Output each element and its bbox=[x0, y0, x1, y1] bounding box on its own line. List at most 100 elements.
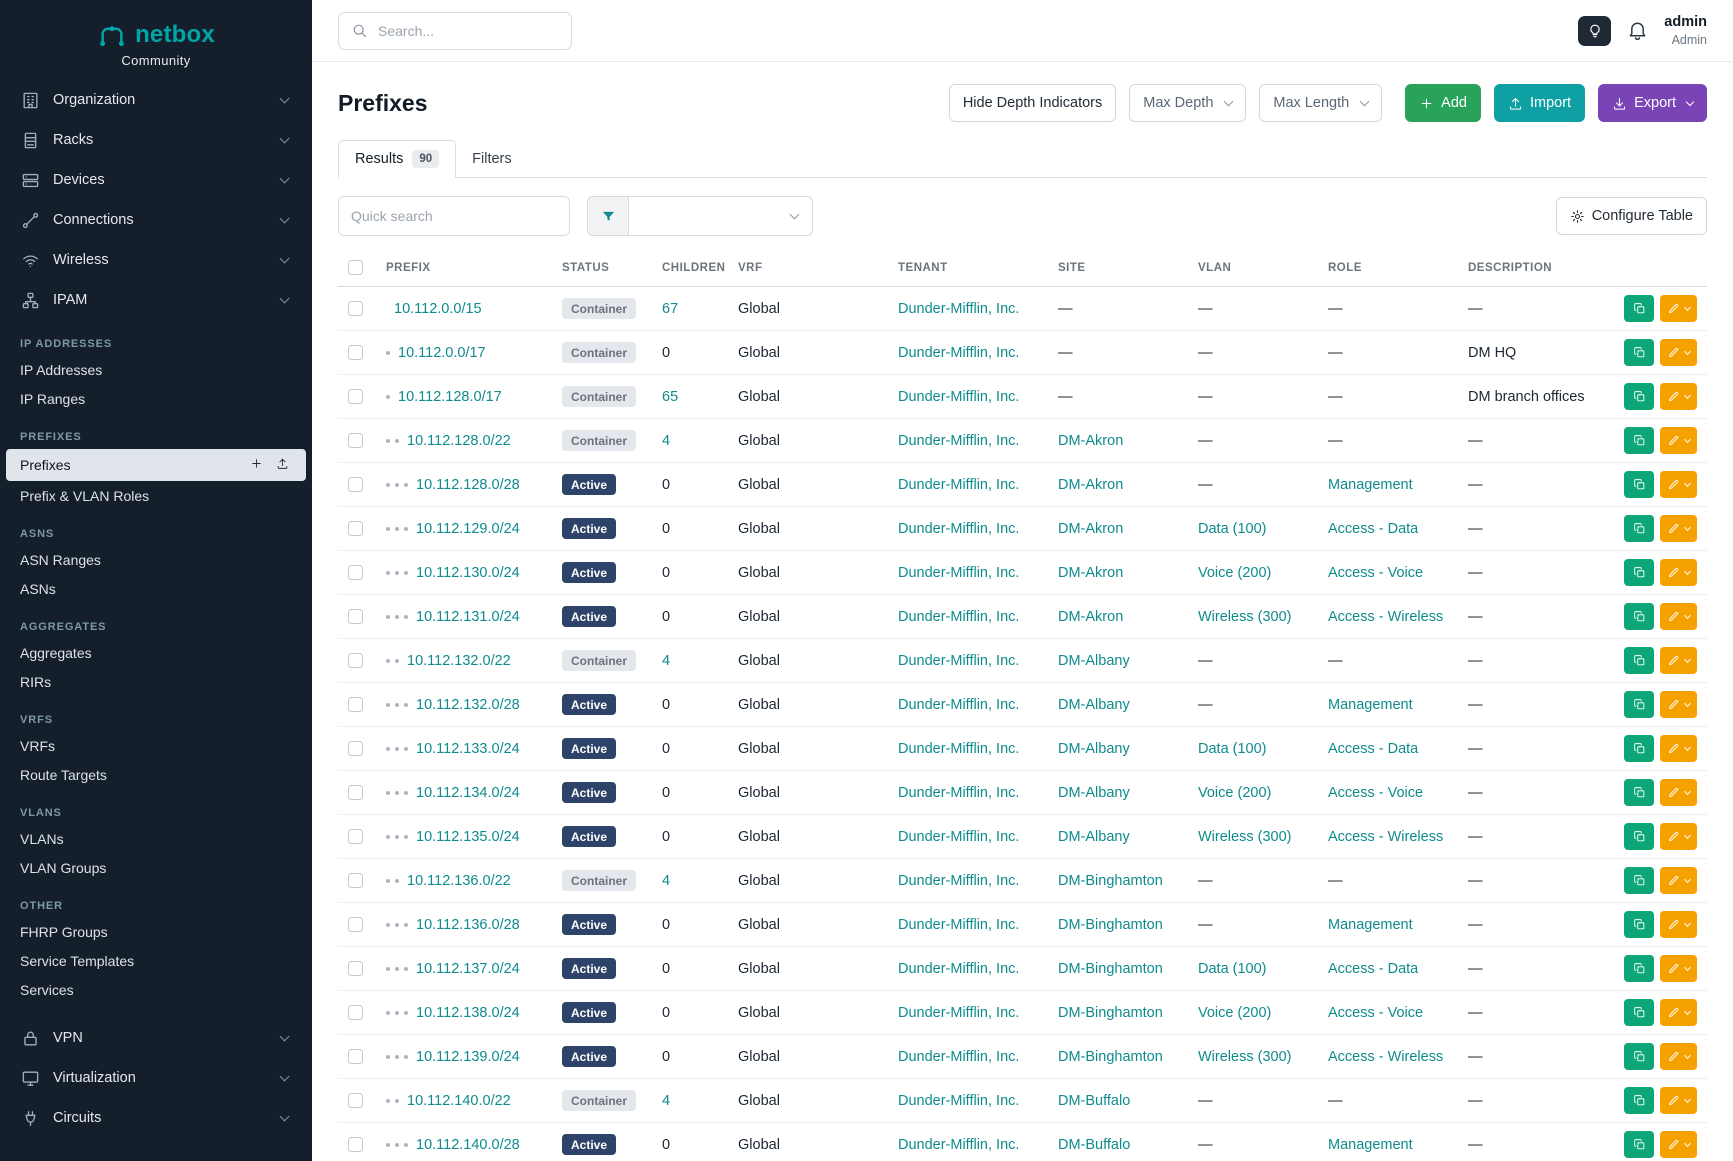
site-link[interactable]: DM-Buffalo bbox=[1048, 1079, 1188, 1123]
vlan-link[interactable]: — bbox=[1188, 287, 1318, 331]
tenant-link[interactable]: Dunder-Mifflin, Inc. bbox=[888, 507, 1048, 551]
sidebar-item-rirs[interactable]: RIRs bbox=[6, 668, 306, 696]
site-link[interactable]: DM-Akron bbox=[1048, 463, 1188, 507]
prefix-link[interactable]: 10.112.133.0/24 bbox=[416, 741, 520, 757]
row-checkbox[interactable] bbox=[348, 345, 363, 360]
sidebar-item-ip-addresses[interactable]: IP Addresses bbox=[6, 356, 306, 384]
role-link[interactable]: Management bbox=[1318, 463, 1458, 507]
clone-button[interactable] bbox=[1624, 911, 1654, 938]
children-count[interactable]: 4 bbox=[652, 1079, 728, 1123]
site-link[interactable]: DM-Akron bbox=[1048, 595, 1188, 639]
prefix-link[interactable]: 10.112.0.0/17 bbox=[398, 345, 486, 361]
sidebar-item-racks[interactable]: Racks bbox=[0, 120, 312, 160]
role-link[interactable]: Access - Voice bbox=[1318, 991, 1458, 1035]
children-count[interactable]: 0 bbox=[652, 551, 728, 595]
children-count[interactable]: 67 bbox=[652, 287, 728, 331]
edit-button[interactable] bbox=[1660, 295, 1697, 322]
prefix-link[interactable]: 10.112.130.0/24 bbox=[416, 565, 520, 581]
prefix-link[interactable]: 10.112.139.0/24 bbox=[416, 1049, 520, 1065]
column-header-status[interactable]: STATUS bbox=[552, 252, 652, 287]
prefix-link[interactable]: 10.112.136.0/28 bbox=[416, 917, 520, 933]
tenant-link[interactable]: Dunder-Mifflin, Inc. bbox=[888, 683, 1048, 727]
tenant-link[interactable]: Dunder-Mifflin, Inc. bbox=[888, 727, 1048, 771]
global-search[interactable] bbox=[338, 12, 572, 50]
notifications-button[interactable] bbox=[1627, 20, 1648, 41]
clone-button[interactable] bbox=[1624, 295, 1654, 322]
role-link[interactable]: Access - Data bbox=[1318, 727, 1458, 771]
clone-button[interactable] bbox=[1624, 823, 1654, 850]
children-count[interactable]: 0 bbox=[652, 331, 728, 375]
children-count[interactable]: 0 bbox=[652, 815, 728, 859]
children-count[interactable]: 0 bbox=[652, 727, 728, 771]
tenant-link[interactable]: Dunder-Mifflin, Inc. bbox=[888, 419, 1048, 463]
clone-button[interactable] bbox=[1624, 691, 1654, 718]
sidebar-item-prefixes[interactable]: Prefixes bbox=[6, 449, 306, 481]
site-link[interactable]: DM-Binghamton bbox=[1048, 991, 1188, 1035]
edit-button[interactable] bbox=[1660, 1043, 1697, 1070]
prefix-link[interactable]: 10.112.140.0/22 bbox=[407, 1093, 511, 1109]
tenant-link[interactable]: Dunder-Mifflin, Inc. bbox=[888, 903, 1048, 947]
sidebar-item-vrfs[interactable]: VRFs bbox=[6, 732, 306, 760]
search-input[interactable] bbox=[378, 23, 559, 39]
prefix-link[interactable]: 10.112.136.0/22 bbox=[407, 873, 511, 889]
tenant-link[interactable]: Dunder-Mifflin, Inc. bbox=[888, 859, 1048, 903]
sidebar-item-fhrp-groups[interactable]: FHRP Groups bbox=[6, 918, 306, 946]
tenant-link[interactable]: Dunder-Mifflin, Inc. bbox=[888, 463, 1048, 507]
row-checkbox[interactable] bbox=[348, 829, 363, 844]
site-link[interactable]: DM-Albany bbox=[1048, 727, 1188, 771]
sidebar-item-vpn[interactable]: VPN bbox=[0, 1018, 312, 1058]
clone-button[interactable] bbox=[1624, 603, 1654, 630]
vlan-link[interactable]: Data (100) bbox=[1188, 947, 1318, 991]
vlan-link[interactable]: Wireless (300) bbox=[1188, 1035, 1318, 1079]
clone-button[interactable] bbox=[1624, 867, 1654, 894]
edit-button[interactable] bbox=[1660, 999, 1697, 1026]
row-checkbox[interactable] bbox=[348, 873, 363, 888]
edit-button[interactable] bbox=[1660, 911, 1697, 938]
row-checkbox[interactable] bbox=[348, 785, 363, 800]
children-count[interactable]: 0 bbox=[652, 991, 728, 1035]
clone-button[interactable] bbox=[1624, 559, 1654, 586]
children-count[interactable]: 0 bbox=[652, 463, 728, 507]
clone-button[interactable] bbox=[1624, 1043, 1654, 1070]
column-header-vlan[interactable]: VLAN bbox=[1188, 252, 1318, 287]
prefix-link[interactable]: 10.112.135.0/24 bbox=[416, 829, 520, 845]
prefix-link[interactable]: 10.112.0.0/15 bbox=[394, 301, 482, 317]
column-header-vrf[interactable]: VRF bbox=[728, 252, 888, 287]
column-header-tenant[interactable]: TENANT bbox=[888, 252, 1048, 287]
row-checkbox[interactable] bbox=[348, 1093, 363, 1108]
tenant-link[interactable]: Dunder-Mifflin, Inc. bbox=[888, 331, 1048, 375]
export-button[interactable]: Export bbox=[1598, 84, 1707, 122]
clone-button[interactable] bbox=[1624, 515, 1654, 542]
vlan-link[interactable]: Data (100) bbox=[1188, 727, 1318, 771]
column-header-site[interactable]: SITE bbox=[1048, 252, 1188, 287]
row-checkbox[interactable] bbox=[348, 741, 363, 756]
tenant-link[interactable]: Dunder-Mifflin, Inc. bbox=[888, 1035, 1048, 1079]
clone-button[interactable] bbox=[1624, 383, 1654, 410]
sidebar-item-asn-ranges[interactable]: ASN Ranges bbox=[6, 546, 306, 574]
clone-button[interactable] bbox=[1624, 1087, 1654, 1114]
add-button[interactable]: Add bbox=[1405, 84, 1481, 122]
clone-button[interactable] bbox=[1624, 735, 1654, 762]
sidebar-item-vlans[interactable]: VLANs bbox=[6, 825, 306, 853]
row-checkbox[interactable] bbox=[348, 521, 363, 536]
edit-button[interactable] bbox=[1660, 559, 1697, 586]
row-checkbox[interactable] bbox=[348, 433, 363, 448]
sidebar-item-ip-ranges[interactable]: IP Ranges bbox=[6, 385, 306, 413]
hide-depth-indicators-button[interactable]: Hide Depth Indicators bbox=[949, 84, 1116, 122]
prefix-link[interactable]: 10.112.132.0/28 bbox=[416, 697, 520, 713]
sidebar-item-route-targets[interactable]: Route Targets bbox=[6, 761, 306, 789]
site-link[interactable]: DM-Binghamton bbox=[1048, 903, 1188, 947]
clone-button[interactable] bbox=[1624, 647, 1654, 674]
vlan-link[interactable]: — bbox=[1188, 375, 1318, 419]
sidebar-quick-add-button[interactable] bbox=[244, 455, 268, 475]
site-link[interactable]: — bbox=[1048, 287, 1188, 331]
edit-button[interactable] bbox=[1660, 515, 1697, 542]
vlan-link[interactable]: — bbox=[1188, 419, 1318, 463]
row-checkbox[interactable] bbox=[348, 653, 363, 668]
tenant-link[interactable]: Dunder-Mifflin, Inc. bbox=[888, 771, 1048, 815]
sidebar-item-aggregates[interactable]: Aggregates bbox=[6, 639, 306, 667]
vlan-link[interactable]: Data (100) bbox=[1188, 507, 1318, 551]
edit-button[interactable] bbox=[1660, 1131, 1697, 1158]
prefix-link[interactable]: 10.112.137.0/24 bbox=[416, 961, 520, 977]
row-checkbox[interactable] bbox=[348, 917, 363, 932]
